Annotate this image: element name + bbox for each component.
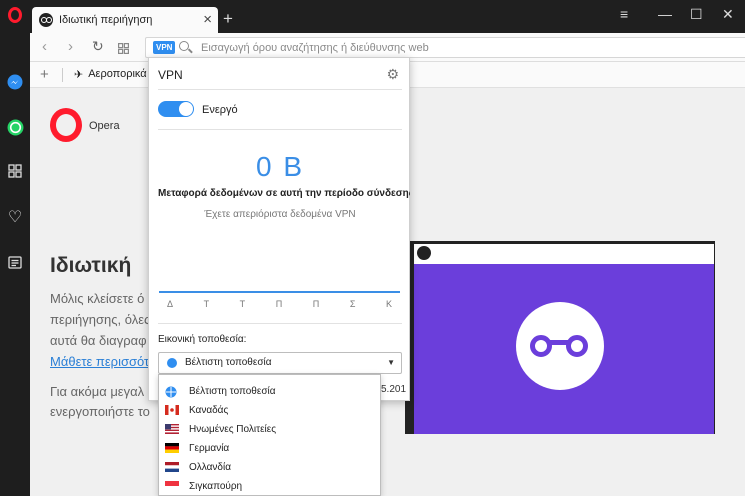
new-tab-button[interactable]: + (223, 9, 233, 29)
flag-singapore-icon (165, 481, 179, 491)
opera-menu-icon[interactable] (4, 4, 26, 26)
usage-graph-baseline (159, 291, 400, 293)
speed-dial-button[interactable] (118, 41, 130, 58)
search-icon (179, 41, 189, 51)
vpn-status-label: Ενεργό (202, 104, 238, 116)
private-mask-icon (417, 246, 431, 260)
paragraph-line: ενεργοποιήστε το (50, 404, 150, 419)
paragraph-line: αυτά θα διαγραφ (50, 333, 147, 348)
data-transferred-value: 0 B (255, 151, 305, 182)
location-option[interactable]: Ολλανδία (159, 458, 380, 477)
data-transferred-label: Μεταφορά δεδομένων σε αυτή την περίοδο σ… (158, 188, 410, 199)
flag-germany-icon (165, 443, 179, 453)
tab-title: Ιδιωτική περιήγηση (59, 14, 153, 26)
location-dropdown: Βέλτιστη τοποθεσία Καναδάς Ηνωμένες Πολι… (158, 374, 381, 496)
flag-usa-icon (165, 424, 179, 434)
divider (158, 89, 402, 90)
vpn-toggle[interactable] (158, 101, 194, 117)
airplane-icon: ✈ (74, 69, 84, 81)
gear-icon[interactable]: ⚙ (386, 66, 399, 83)
url-input[interactable]: VPN Εισαγωγή όρου αναζήτησης ή διεύθυνση… (145, 37, 745, 58)
day-label: Κ (385, 299, 392, 309)
tab-strip: Ιδιωτική περιήγηση × + ≡ — ☐ ✕ (30, 0, 745, 33)
vpn-popup: VPN ⚙ Ενεργό 0 B Μεταφορά δεδομένων σε α… (148, 57, 410, 401)
speed-dial-icon[interactable] (4, 160, 26, 182)
globe-icon (165, 386, 179, 398)
maximize-button[interactable]: ☐ (690, 6, 703, 23)
day-label: Τ (203, 299, 210, 309)
globe-icon (167, 358, 177, 368)
forward-button[interactable]: › (68, 38, 73, 55)
whatsapp-icon[interactable] (4, 116, 26, 138)
divider (62, 68, 63, 82)
heart-icon[interactable]: ♡ (4, 206, 26, 228)
private-browsing-illustration (405, 241, 715, 434)
back-button[interactable]: ‹ (42, 38, 47, 55)
usage-graph-days: ΔΤΤΠΠΣΚ (159, 299, 400, 309)
unlimited-data-note: Έχετε απεριόριστα δεδομένα VPN (204, 209, 356, 220)
paragraph-line: Για ακόμα μεγαλ (50, 384, 145, 399)
opera-logo (50, 108, 82, 142)
vpn-badge-button[interactable]: VPN (153, 41, 176, 54)
private-mask-icon (516, 302, 604, 390)
location-select[interactable]: Βέλτιστη τοποθεσία ▼ (158, 352, 402, 374)
day-label: Σ (349, 299, 356, 309)
location-option[interactable]: Βέλτιστη τοποθεσία (159, 382, 380, 401)
day-label: Π (275, 299, 283, 309)
paragraph-line: Μόλις κλείσετε ό (50, 291, 145, 306)
flag-canada-icon (165, 405, 179, 415)
day-label: Τ (239, 299, 246, 309)
day-label: Δ (167, 299, 174, 309)
news-icon[interactable] (4, 251, 26, 273)
tab-menu-icon[interactable]: ≡ (620, 6, 628, 22)
location-option[interactable]: Καναδάς (159, 401, 380, 420)
ip-address-partial: 5.201 (381, 384, 407, 395)
divider (158, 323, 402, 324)
url-placeholder: Εισαγωγή όρου αναζήτησης ή διεύθυνσης we… (201, 42, 429, 54)
reload-button[interactable]: ↻ (92, 38, 104, 55)
sidebar: ♡ (0, 0, 30, 496)
private-mask-icon (39, 13, 53, 27)
vpn-title: VPN (158, 68, 183, 82)
learn-more-link[interactable]: Μάθετε περισσότε (50, 354, 155, 369)
page-title: Ιδιωτική (50, 254, 132, 277)
selected-location: Βέλτιστη τοποθεσία (185, 357, 272, 368)
tab-private-browsing[interactable]: Ιδιωτική περιήγηση × (32, 7, 218, 33)
close-icon[interactable]: × (203, 11, 212, 28)
flag-netherlands-icon (165, 462, 179, 472)
virtual-location-label: Εικονική τοποθεσία: (158, 334, 247, 345)
day-label: Π (312, 299, 320, 309)
divider (158, 129, 402, 130)
messenger-icon[interactable] (4, 71, 26, 93)
paragraph-line: περιήγησης, όλες (50, 312, 151, 327)
location-option[interactable]: Γερμανία (159, 439, 380, 458)
chevron-down-icon: ▼ (387, 358, 395, 367)
add-bookmark-button[interactable]: + (40, 66, 49, 83)
brand-name: Opera (89, 120, 120, 132)
location-option[interactable]: Σιγκαπούρη (159, 477, 380, 496)
close-window-button[interactable]: ✕ (722, 6, 734, 23)
location-option[interactable]: Ηνωμένες Πολιτείες (159, 420, 380, 439)
minimize-button[interactable]: — (658, 6, 672, 22)
